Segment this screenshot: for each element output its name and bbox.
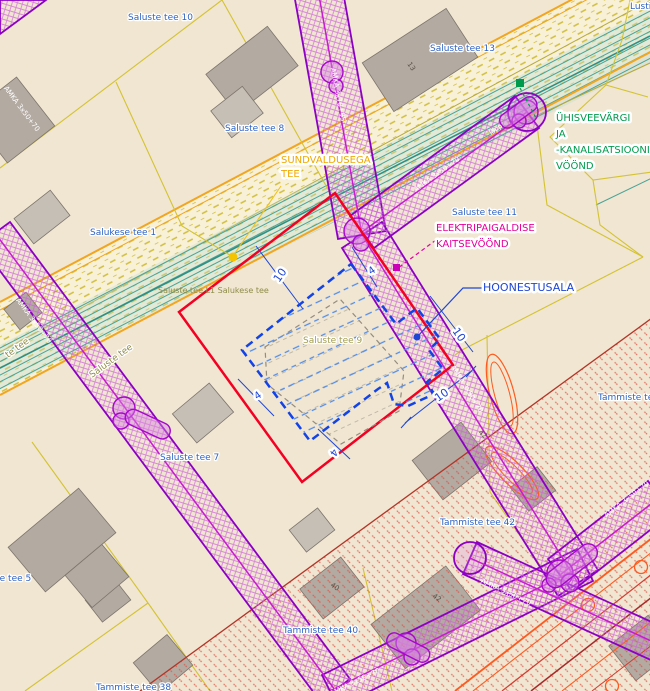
leader-dot-yellow (229, 253, 238, 262)
label-saluste-tee-7: Saluste tee 7 (160, 453, 219, 463)
callout-sundvaldusega-2: TEE (280, 169, 300, 180)
label-saluste-tee-8: Saluste tee 8 (225, 124, 285, 134)
callout-elektripaigaldise-1: ELEKTRIPAIGALDISE (436, 223, 535, 234)
label-saluste-tee-9: Saluste tee 9 (303, 336, 363, 346)
callout-elektripaigaldise-2: KAITSEVÖÖND (436, 237, 509, 250)
callout-uhisveevargi-2: JA (555, 129, 566, 140)
label-tammiste-tee-40: Tammiste tee 40 (282, 626, 358, 636)
label-lusti: Lusti (630, 2, 650, 12)
callout-hoonestusala: HOONESTUSALA (483, 281, 575, 294)
callout-sundvaldusega-1: SUNDVALDUSEGA (281, 155, 371, 166)
detail-plan-map: Lusti Saluste tee 10 Saluste tee 13 Saluste… (0, 0, 650, 691)
label-saluste-tee-5: Saluste tee 5 (0, 574, 31, 584)
leader-dot-magenta (393, 264, 400, 271)
callout-uhisveevargi-1: ÜHISVEEVÄRGI (556, 111, 630, 124)
label-tammiste-tee-42: Tammiste tee 42 (439, 518, 515, 528)
label-saluste-tee-13: Saluste tee 13 (430, 44, 495, 54)
label-road-plot: Saluste tee L1 Salukese tee (158, 286, 269, 295)
callout-uhisveevargi-3: -KANALISATSIOONI (556, 145, 650, 156)
map-canvas: Lusti Saluste tee 10 Saluste tee 13 Saluste… (0, 0, 650, 691)
label-saluste-tee-11: Saluste tee 11 (452, 208, 517, 218)
callout-uhisveevargi-4: VÖÖND (556, 159, 594, 172)
leader-dot-blue (414, 334, 421, 341)
label-tammiste-tee-44: Tammiste tee 44 (597, 393, 650, 403)
label-salukese-tee-1: Salukese tee 1 (90, 228, 156, 238)
leader-dot-green (516, 79, 524, 87)
label-tammiste-tee-38: Tammiste tee 38 (95, 683, 171, 691)
label-saluste-tee-10: Saluste tee 10 (128, 13, 193, 23)
